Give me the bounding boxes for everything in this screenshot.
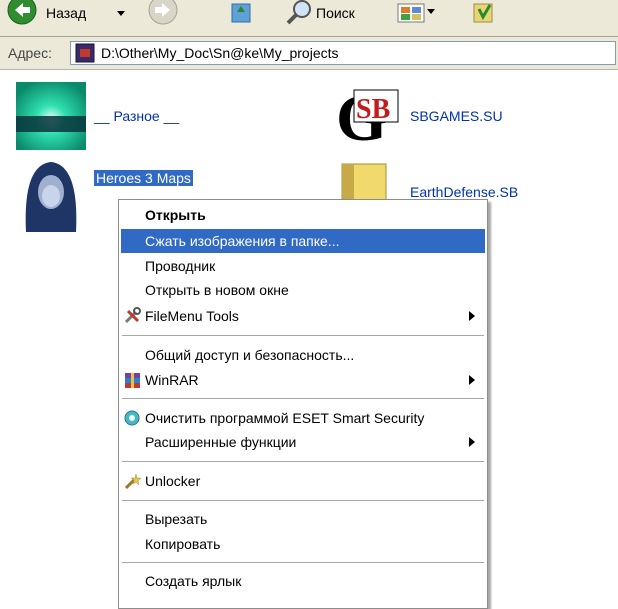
folder-item-sbgames[interactable]: G SB SBGAMES.SU xyxy=(334,82,503,150)
menu-item-label: Вырезать xyxy=(145,511,208,527)
views-button[interactable] xyxy=(396,0,436,26)
search-label: Поиск xyxy=(316,5,355,21)
address-bar: Адрес: D:\Other\My_Doc\Sn@ke\My_projects xyxy=(0,37,618,70)
address-label: Адрес: xyxy=(8,45,52,61)
menu-item-unlocker[interactable]: Unlocker xyxy=(121,469,485,493)
address-field[interactable]: D:\Other\My_Doc\Sn@ke\My_projects xyxy=(70,41,616,65)
menu-item-sharing-security[interactable]: Общий доступ и безопасность... xyxy=(121,343,485,367)
menu-item-label: Открыть в новом окне xyxy=(145,282,289,298)
folder-item-label: __ Разное __ xyxy=(94,108,180,124)
menu-item-create-shortcut[interactable]: Создать ярлык xyxy=(121,569,485,593)
folder-sync-icon xyxy=(473,3,493,23)
menu-separator xyxy=(122,398,484,399)
submenu-arrow-icon xyxy=(469,311,475,321)
menu-separator xyxy=(122,335,484,336)
chevron-down-icon xyxy=(117,11,125,16)
menu-item-label: Unlocker xyxy=(145,473,201,489)
submenu-arrow-icon xyxy=(469,375,475,385)
menu-separator xyxy=(122,562,484,563)
menu-item-label: Создать ярлык xyxy=(145,573,242,589)
folders-button[interactable] xyxy=(470,0,498,26)
submenu-arrow-icon xyxy=(469,437,475,447)
forward-button[interactable] xyxy=(146,0,180,26)
back-dropdown-button[interactable] xyxy=(116,0,126,26)
menu-item-filemenu-tools[interactable]: FileMenu Tools xyxy=(121,304,485,328)
menu-item-label: Проводник xyxy=(145,258,216,274)
menu-item-label: FileMenu Tools xyxy=(145,308,239,324)
menu-item-compress-images[interactable]: Сжать изображения в папке... xyxy=(121,229,485,253)
menu-item-open[interactable]: Открыть xyxy=(121,203,485,227)
svg-text:SB: SB xyxy=(356,94,390,125)
menu-item-eset-scan[interactable]: Очистить программой ESET Smart Security xyxy=(121,406,485,430)
menu-separator xyxy=(122,500,484,501)
menu-item-label: Расширенные функции xyxy=(145,434,297,450)
menu-item-advanced[interactable]: Расширенные функции xyxy=(121,430,485,454)
menu-item-label: Открыть xyxy=(145,207,206,223)
teal-glow-folder-icon xyxy=(16,82,86,150)
menu-item-label: Очистить программой ESET Smart Security xyxy=(145,410,425,426)
folder-up-icon xyxy=(231,3,251,23)
eset-shield-icon xyxy=(124,410,140,426)
folder-item-razное[interactable]: __ Разное __ xyxy=(16,82,179,150)
tools-icon xyxy=(124,307,141,324)
search-icon xyxy=(286,0,311,25)
menu-item-label: Копировать xyxy=(145,536,221,552)
menu-item-cut[interactable]: Вырезать xyxy=(121,507,485,531)
folder-item-label: EarthDefense.SB xyxy=(410,184,519,200)
back-arrow-icon xyxy=(7,0,37,25)
menu-item-label: Общий доступ и безопасность... xyxy=(145,347,355,363)
views-icon xyxy=(397,3,435,23)
menu-item-open-new-window[interactable]: Открыть в новом окне xyxy=(121,278,485,302)
toolbar: Назад Поиск xyxy=(0,0,618,36)
back-label: Назад xyxy=(46,5,87,21)
folder-item-label-selected: Heroes 3 Maps xyxy=(94,170,193,186)
address-path: D:\Other\My_Doc\Sn@ke\My_projects xyxy=(101,45,339,61)
menu-item-copy[interactable]: Копировать xyxy=(121,532,485,556)
hooded-figure-icon xyxy=(16,160,86,232)
menu-item-winrar[interactable]: WinRAR xyxy=(121,368,485,392)
menu-item-explorer[interactable]: Проводник xyxy=(121,254,485,278)
folder-icon xyxy=(75,43,95,63)
up-folder-button[interactable] xyxy=(228,0,254,26)
search-button[interactable]: Поиск xyxy=(284,0,355,26)
sb-logo-icon: G SB xyxy=(336,82,399,150)
menu-item-label: Сжать изображения в папке... xyxy=(145,233,340,249)
menu-separator xyxy=(122,461,484,462)
context-menu: Открыть Сжать изображения в папке... Про… xyxy=(118,199,488,609)
wand-icon xyxy=(124,473,141,490)
folder-item-label: SBGAMES.SU xyxy=(410,108,503,124)
forward-arrow-icon xyxy=(148,0,178,25)
back-button[interactable]: Назад xyxy=(6,0,86,26)
menu-item-label: WinRAR xyxy=(145,372,199,388)
winrar-icon xyxy=(125,373,140,388)
